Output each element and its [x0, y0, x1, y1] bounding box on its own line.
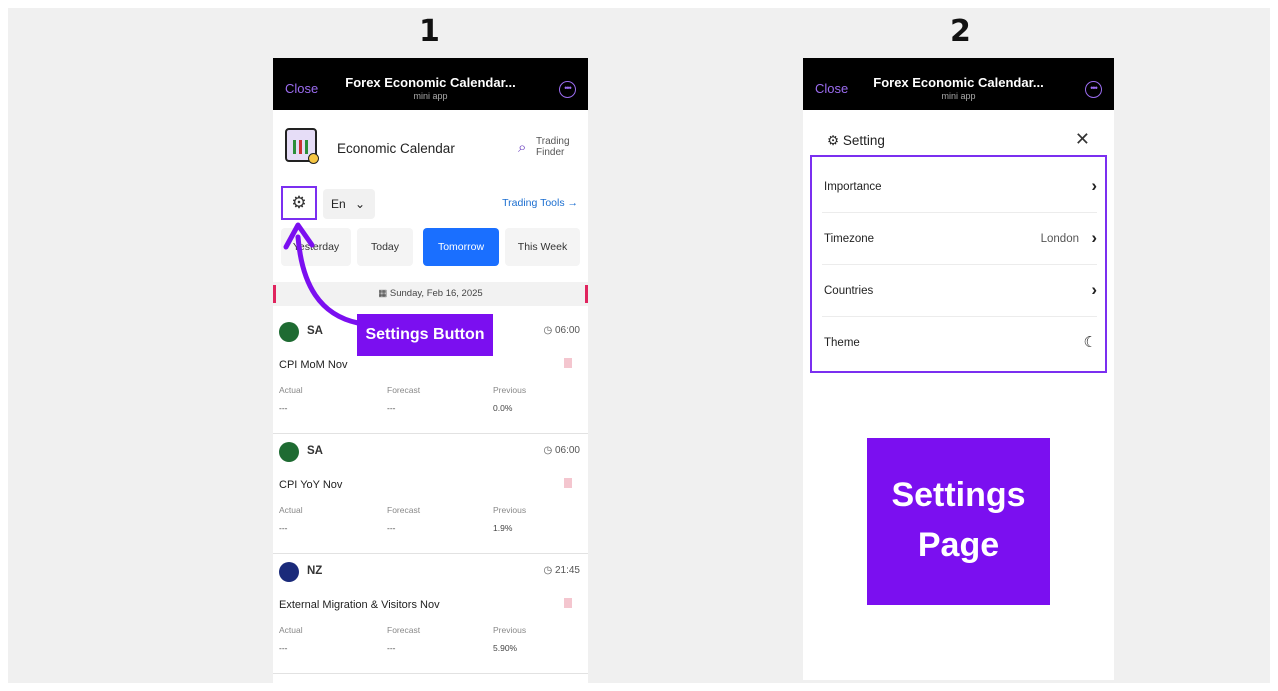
country-code: NZ — [307, 565, 323, 577]
calendar-icon: ▦ — [378, 288, 390, 299]
event-time: ◷ 06:00 — [543, 325, 580, 336]
chevron-right-icon: › — [1091, 176, 1097, 195]
tab-this-week[interactable]: This Week — [505, 228, 580, 266]
event-name: CPI MoM Nov — [279, 359, 348, 371]
setting-row-timezone[interactable]: Timezone London › — [822, 213, 1097, 265]
date-bar-right-edge — [585, 285, 588, 303]
calendar-logo-icon — [285, 128, 319, 164]
settings-page-callout: Settings Page — [867, 438, 1050, 605]
setting-label: Timezone — [824, 233, 875, 245]
setting-row-theme[interactable]: Theme ☾ — [822, 317, 1097, 369]
setting-label: Theme — [824, 337, 860, 349]
forecast-header: Forecast — [387, 625, 421, 635]
setting-row-countries[interactable]: Countries › — [822, 265, 1097, 317]
app-name: Economic Calendar — [337, 141, 455, 156]
step-number-1: 1 — [419, 14, 440, 49]
trading-tools-link[interactable]: Trading Tools → — [502, 197, 578, 209]
moon-icon: ☾ — [1083, 334, 1097, 351]
gear-icon: ⚙ — [827, 133, 843, 148]
event-name: External Migration & Visitors Nov — [279, 599, 440, 611]
setting-label: Countries — [824, 285, 874, 297]
callout-line: Page — [917, 526, 1000, 564]
step-number-2: 2 — [950, 14, 971, 49]
chevron-right-icon: › — [1091, 228, 1097, 247]
actual-header: Actual — [279, 505, 303, 515]
mini-app-subtitle: mini app — [941, 91, 976, 101]
forecast-value: --- — [387, 643, 396, 653]
importance-icon — [564, 598, 572, 608]
mini-app-header: Close Forex Economic Calendar... mini ap… — [803, 58, 1114, 110]
setting-row-importance[interactable]: Importance › — [822, 161, 1097, 213]
importance-icon — [564, 358, 572, 368]
actual-value: --- — [279, 643, 288, 653]
previous-value: 0.0% — [493, 403, 513, 413]
close-icon: ✕ — [1074, 129, 1090, 149]
forecast-header: Forecast — [387, 505, 421, 515]
actual-value: --- — [279, 403, 288, 413]
date-label: Sunday, Feb 16, 2025 — [389, 288, 483, 299]
close-settings-button[interactable]: ✕ — [1075, 129, 1090, 150]
previous-header: Previous — [493, 505, 527, 515]
gear-icon: ⚙ — [291, 193, 307, 212]
previous-value: 1.9% — [493, 523, 513, 533]
event-card[interactable]: SA ◷ 06:00 CPI YoY Nov Actual Forecast P… — [273, 434, 588, 554]
importance-icon — [564, 478, 572, 488]
event-card[interactable]: NZ ◷ 21:45 External Migration & Visitors… — [273, 554, 588, 674]
country-code: SA — [307, 445, 323, 457]
chevron-down-icon: ⌄ — [355, 197, 366, 211]
previous-header: Previous — [493, 385, 527, 395]
settings-title: ⚙ Setting — [827, 133, 885, 148]
actual-value: --- — [279, 523, 288, 533]
language-value: En — [331, 197, 346, 211]
event-time: ◷ 21:45 — [543, 565, 580, 576]
callout-line: Settings — [891, 476, 1026, 514]
forecast-value: --- — [387, 403, 396, 413]
saudi-flag-icon — [279, 442, 299, 462]
setting-label: Importance — [824, 181, 882, 193]
event-time: ◷ 06:00 — [543, 445, 580, 456]
more-options-icon[interactable]: ••• — [559, 81, 576, 98]
settings-list: Importance › Timezone London › Countries… — [810, 155, 1107, 373]
new-zealand-flag-icon — [279, 562, 299, 582]
trading-finder-logo: ⌕ Trading Finder — [518, 136, 570, 158]
settings-button-callout: Settings Button — [357, 314, 493, 356]
previous-value: 5.90% — [493, 643, 518, 653]
mini-app-subtitle: mini app — [413, 91, 448, 101]
mini-app-header: Close Forex Economic Calendar... mini ap… — [273, 58, 588, 110]
setting-value: London — [1040, 233, 1079, 245]
forecast-header: Forecast — [387, 385, 421, 395]
previous-header: Previous — [493, 625, 527, 635]
mini-app-title: Forex Economic Calendar... — [345, 75, 516, 90]
tab-tomorrow[interactable]: Tomorrow — [423, 228, 499, 266]
mini-app-title: Forex Economic Calendar... — [873, 75, 1044, 90]
forecast-value: --- — [387, 523, 396, 533]
actual-header: Actual — [279, 625, 303, 635]
actual-header: Actual — [279, 385, 303, 395]
more-options-icon[interactable]: ••• — [1085, 81, 1102, 98]
phone-main-screen: Close Forex Economic Calendar... mini ap… — [273, 58, 588, 684]
event-name: CPI YoY Nov — [279, 479, 343, 491]
date-bar-left-edge — [273, 285, 276, 303]
chevron-right-icon: › — [1091, 280, 1097, 299]
